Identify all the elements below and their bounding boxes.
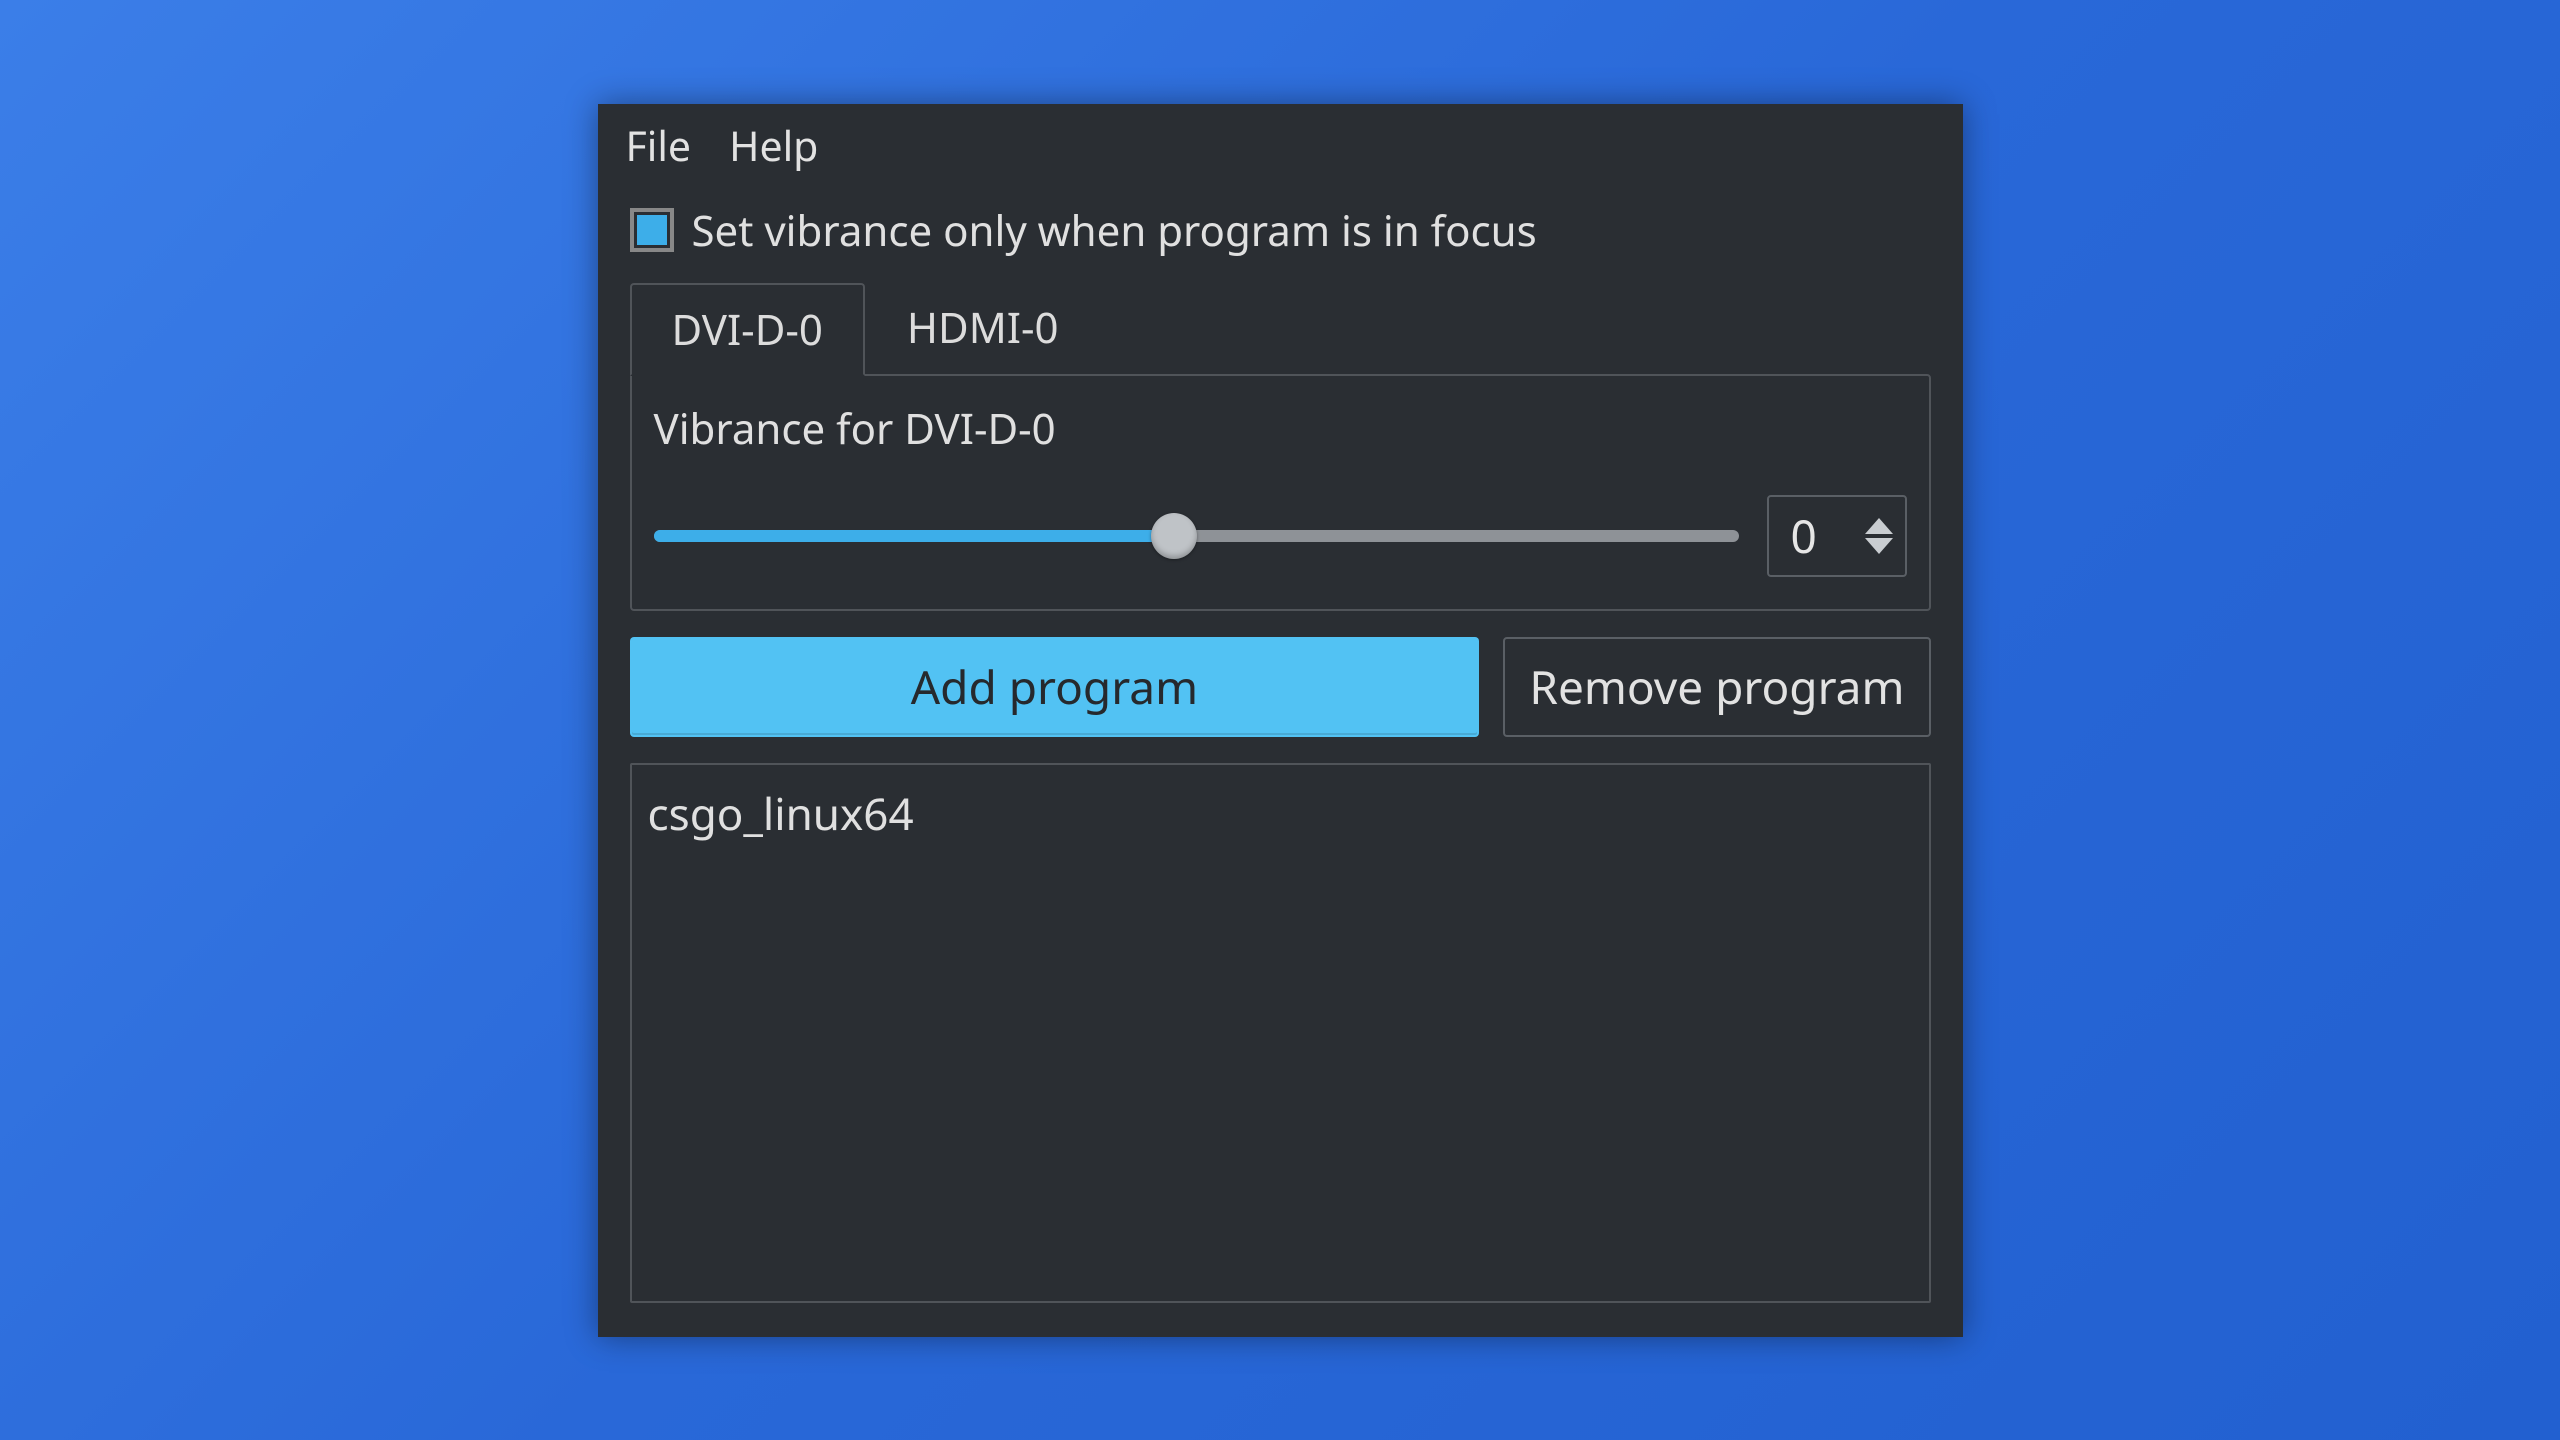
menu-bar: File Help: [598, 104, 1963, 202]
list-item[interactable]: csgo_linux64: [648, 779, 1913, 847]
focus-checkbox[interactable]: [630, 208, 674, 252]
add-program-button[interactable]: Add program: [630, 637, 1480, 737]
tab-hdmi-0[interactable]: HDMI-0: [865, 281, 1101, 374]
vibrance-panel: Vibrance for DVI-D-0 0: [630, 374, 1931, 611]
display-tab-strip: DVI-D-0 HDMI-0: [598, 281, 1963, 374]
menu-file[interactable]: File: [626, 118, 692, 174]
remove-program-button[interactable]: Remove program: [1503, 637, 1930, 737]
vibrance-spinbox[interactable]: 0: [1767, 495, 1907, 577]
chevron-up-icon[interactable]: [1865, 518, 1893, 534]
app-window: File Help Set vibrance only when program…: [598, 104, 1963, 1337]
checkbox-check-icon: [637, 215, 667, 245]
vibrance-slider[interactable]: [654, 513, 1739, 559]
vibrance-panel-title: Vibrance for DVI-D-0: [654, 400, 1907, 457]
vibrance-value: 0: [1791, 505, 1839, 567]
focus-checkbox-row: Set vibrance only when program is in foc…: [598, 202, 1963, 281]
chevron-down-icon[interactable]: [1865, 538, 1893, 554]
vibrance-slider-row: 0: [654, 495, 1907, 577]
slider-thumb[interactable]: [1151, 513, 1197, 559]
program-button-row: Add program Remove program: [598, 611, 1963, 737]
slider-fill: [654, 530, 1175, 542]
tab-dvi-d-0[interactable]: DVI-D-0: [630, 283, 865, 376]
focus-checkbox-label: Set vibrance only when program is in foc…: [692, 202, 1537, 259]
menu-help[interactable]: Help: [729, 118, 818, 174]
program-list[interactable]: csgo_linux64: [630, 763, 1931, 1303]
spinbox-arrows: [1865, 518, 1893, 554]
